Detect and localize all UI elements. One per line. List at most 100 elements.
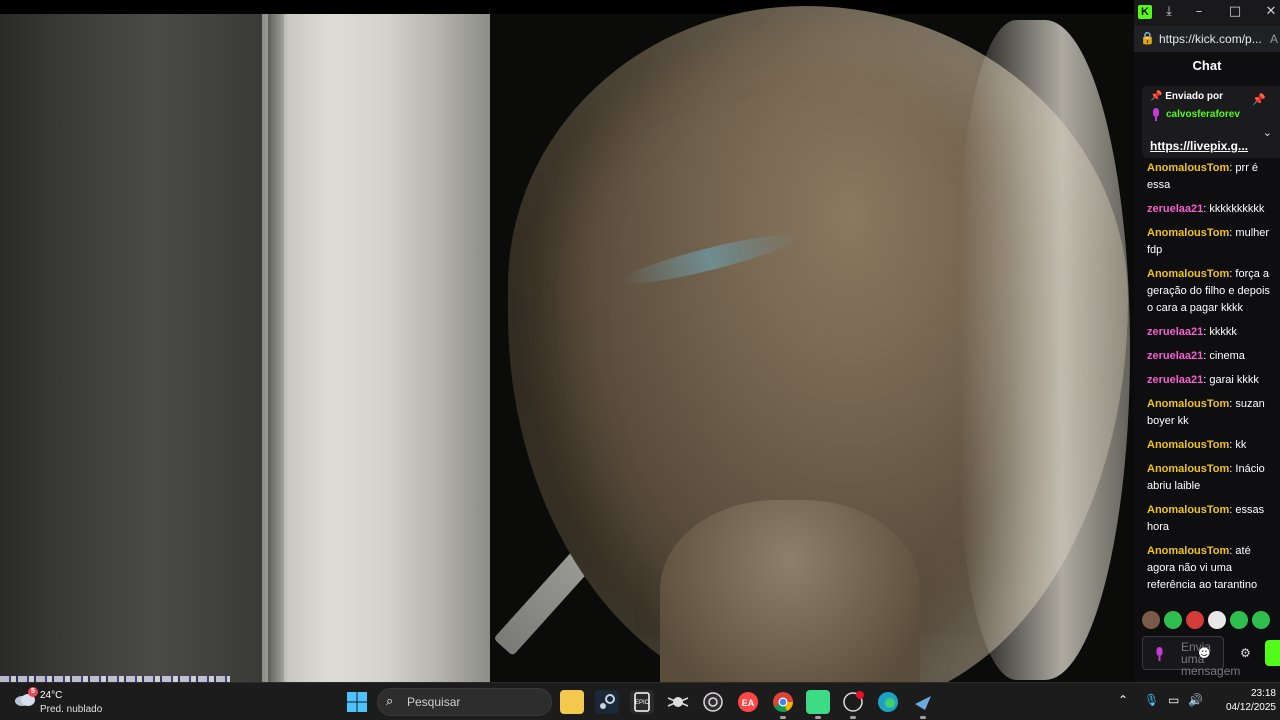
chat-message: AnomalousTom: mulher fdp xyxy=(1147,225,1277,259)
clock[interactable]: 23:18 04/12/2025 xyxy=(1214,688,1276,713)
ea-app-icon[interactable]: EA xyxy=(736,690,760,714)
steam-icon[interactable] xyxy=(595,690,619,714)
video-bear-highlight-scene xyxy=(960,20,1130,680)
video-player[interactable] xyxy=(0,0,1134,682)
mic-badge-icon xyxy=(1153,108,1159,121)
video-wall-scene xyxy=(0,14,262,682)
maximize-icon[interactable]: □ xyxy=(1226,3,1244,21)
emoji-picker-icon[interactable]: ☻ xyxy=(1198,646,1211,660)
red-face-emote[interactable] xyxy=(1186,611,1204,629)
chat-username[interactable]: zeruelaa21 xyxy=(1147,374,1203,386)
chat-message: AnomalousTom: kk xyxy=(1147,437,1277,454)
chat-message: AnomalousTom: essas hora xyxy=(1147,502,1277,536)
spider-app-icon[interactable] xyxy=(666,690,690,714)
pinned-user[interactable]: calvosferaforev xyxy=(1166,109,1240,120)
chat-message: AnomalousTom: força a geração do filho e… xyxy=(1147,266,1277,317)
chat-message-list: AnomalousTom: prr é essa zeruelaa21: kkkk… xyxy=(1147,160,1277,601)
chat-username[interactable]: zeruelaa21 xyxy=(1147,203,1203,215)
url-text[interactable]: https://kick.com/p... xyxy=(1159,32,1262,46)
chat-message: AnomalousTom: prr é essa xyxy=(1147,160,1277,194)
search-icon: ⌕ xyxy=(386,694,394,709)
chat-username[interactable]: AnomalousTom xyxy=(1147,463,1229,475)
svg-text:EPIC: EPIC xyxy=(635,700,650,706)
chat-message: AnomalousTom: suzan boyer kk xyxy=(1147,396,1277,430)
video-frame-edge-scene xyxy=(268,14,284,682)
emote-row xyxy=(1142,610,1280,632)
network-icon[interactable]: ▭ xyxy=(1168,693,1179,707)
chat-message: zeruelaa21: kkkkkkkkkk xyxy=(1147,201,1277,218)
chat-username[interactable]: AnomalousTom xyxy=(1147,268,1229,280)
chat-text: cinema xyxy=(1209,350,1245,362)
chat-input[interactable]: Envia uma mensagem xyxy=(1142,636,1240,677)
chat-username[interactable]: AnomalousTom xyxy=(1147,227,1229,239)
chat-message: zeruelaa21: cinema xyxy=(1147,348,1277,365)
address-bar[interactable]: 🔒 https://kick.com/p... A xyxy=(1134,26,1280,52)
steam-2-icon[interactable] xyxy=(911,690,935,719)
chevron-down-icon[interactable]: ⌄ xyxy=(1263,126,1272,139)
microphone-tray-icon[interactable]: 🎙 xyxy=(1144,693,1159,707)
url-overflow-text: A xyxy=(1270,32,1279,46)
show-hidden-icons-icon[interactable]: ⌃ xyxy=(1118,693,1128,707)
chat-message: zeruelaa21: garai kkkk xyxy=(1147,372,1277,389)
mic-icon[interactable] xyxy=(1155,647,1164,661)
chat-text: kkkkkkkkkk xyxy=(1209,203,1265,215)
chat-username[interactable]: AnomalousTom xyxy=(1147,504,1229,516)
avatar-emote[interactable] xyxy=(1142,611,1160,629)
search-placeholder: Pesquisar xyxy=(407,695,461,709)
pinned-link[interactable]: https://livepix.g... xyxy=(1150,139,1248,153)
pinned-label: 📌 Enviado por xyxy=(1150,91,1224,102)
chat-text: kkkkk xyxy=(1209,326,1237,338)
running-indicator xyxy=(780,716,786,719)
close-icon[interactable]: ✕ xyxy=(1262,3,1280,21)
running-indicator xyxy=(920,716,926,719)
chat-panel: K ⤓ – □ ✕ 🔒 https://kick.com/p... A Chat… xyxy=(1134,0,1280,682)
chat-header: Chat xyxy=(1134,52,1280,80)
running-indicator xyxy=(850,716,856,719)
skull-emote[interactable] xyxy=(1208,611,1226,629)
video-bear-leg-scene xyxy=(660,500,920,682)
green-face-emote[interactable] xyxy=(1164,611,1182,629)
edge-icon[interactable] xyxy=(876,690,900,714)
chat-username[interactable]: AnomalousTom xyxy=(1147,398,1229,410)
chat-message: zeruelaa21: kkkkk xyxy=(1147,324,1277,341)
screen: K ⤓ – □ ✕ 🔒 https://kick.com/p... A Chat… xyxy=(0,0,1280,720)
chat-message: AnomalousTom: até agora não vi uma refer… xyxy=(1147,543,1277,594)
pinned-label-text: Enviado por xyxy=(1165,91,1224,102)
chat-username[interactable]: AnomalousTom xyxy=(1147,545,1229,557)
chat-title: Chat xyxy=(1192,58,1222,73)
svg-text:EA: EA xyxy=(742,698,755,708)
android-app-icon[interactable] xyxy=(806,690,830,719)
obs-icon[interactable] xyxy=(701,690,725,714)
weather-temp: 24°C xyxy=(40,690,63,701)
chat-text: garai kkkk xyxy=(1209,374,1259,386)
video-top-border xyxy=(0,0,1134,14)
chat-message: AnomalousTom: Inácio abriu laible xyxy=(1147,461,1277,495)
running-indicator xyxy=(815,716,821,719)
chat-username[interactable]: AnomalousTom xyxy=(1147,439,1229,451)
epic-games-icon[interactable]: EPIC xyxy=(630,690,654,714)
green-chat-emote[interactable] xyxy=(1230,611,1248,629)
chrome-icon[interactable] xyxy=(771,690,795,719)
chat-settings-icon[interactable]: ⚙ xyxy=(1240,646,1251,660)
file-explorer-icon[interactable] xyxy=(560,690,584,714)
minimize-icon[interactable]: – xyxy=(1190,3,1208,21)
video-window-frame-scene xyxy=(262,14,492,682)
green-blob-emote[interactable] xyxy=(1252,611,1270,629)
kick-app-icon[interactable] xyxy=(841,690,865,719)
volume-icon[interactable]: 🔊 xyxy=(1188,693,1203,707)
weather-condition: Pred. nublado xyxy=(40,704,103,715)
clock-date: 04/12/2025 xyxy=(1225,702,1276,713)
chat-username[interactable]: zeruelaa21 xyxy=(1147,350,1203,362)
download-icon[interactable]: ⤓ xyxy=(1160,3,1178,21)
lock-icon: 🔒 xyxy=(1140,31,1155,45)
pinned-message[interactable]: 📌 Enviado por 📌 calvosferaforev ⌄ https:… xyxy=(1142,86,1280,158)
pin-icon[interactable]: 📌 xyxy=(1252,93,1266,106)
kick-logo-icon: K xyxy=(1138,5,1152,19)
windows-start-icon[interactable] xyxy=(347,692,367,712)
chat-username[interactable]: zeruelaa21 xyxy=(1147,326,1203,338)
send-button[interactable] xyxy=(1265,640,1280,666)
taskbar-search[interactable]: ⌕ Pesquisar xyxy=(377,688,552,716)
chat-username[interactable]: AnomalousTom xyxy=(1147,162,1229,174)
taskbar: 5 24°C Pred. nublado ⌕ Pesquisar EPIC EA… xyxy=(0,682,1280,720)
weather-badge: 5 xyxy=(28,687,38,697)
